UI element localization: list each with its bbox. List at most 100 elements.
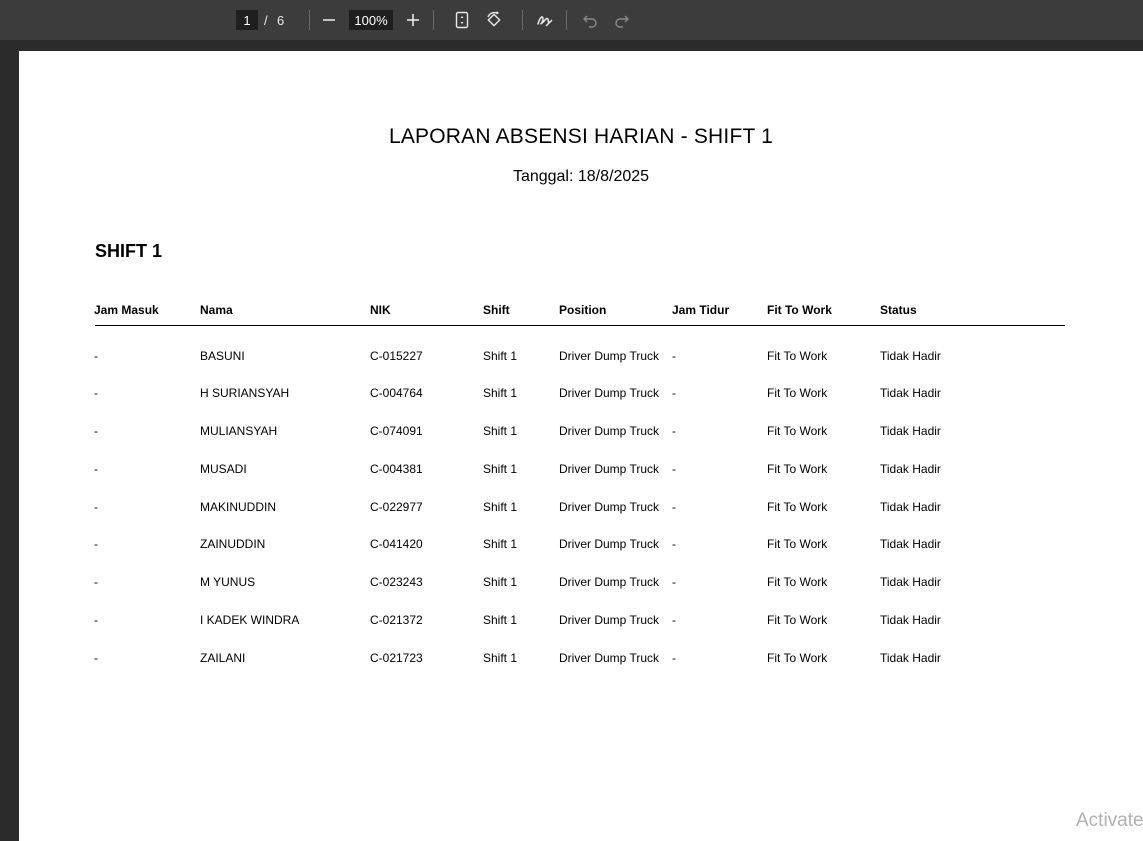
cell-status: Tidak Hadir bbox=[880, 537, 941, 551]
cell-jam-tidur: - bbox=[672, 349, 676, 363]
column-header-nik: NIK bbox=[370, 303, 391, 317]
cell-status: Tidak Hadir bbox=[880, 613, 941, 627]
annotate-button[interactable] bbox=[533, 8, 557, 32]
redo-button[interactable] bbox=[610, 8, 634, 32]
cell-nama: ZAILANI bbox=[200, 651, 246, 665]
zoom-out-icon bbox=[323, 19, 335, 21]
table-row: - M YUNUS C-023243 Shift 1 Driver Dump Truck… bbox=[19, 575, 1143, 595]
cell-shift: Shift 1 bbox=[483, 349, 518, 363]
cell-nama: MAKINUDDIN bbox=[200, 500, 277, 514]
cell-shift: Shift 1 bbox=[483, 575, 518, 589]
column-header-status: Status bbox=[880, 303, 917, 317]
cell-nama: H SURIANSYAH bbox=[200, 386, 290, 400]
cell-nik: C-074091 bbox=[370, 424, 423, 438]
column-header-jam-masuk: Jam Masuk bbox=[94, 303, 159, 317]
cell-nama: MULIANSYAH bbox=[200, 424, 278, 438]
cell-position: Driver Dump Truck bbox=[559, 575, 660, 589]
redo-icon bbox=[615, 15, 629, 28]
fit-page-button[interactable] bbox=[450, 8, 474, 32]
page-number-input[interactable] bbox=[236, 10, 258, 30]
table-row: - H SURIANSYAH C-004764 Shift 1 Driver Dump … bbox=[19, 386, 1143, 406]
zoom-in-icon bbox=[407, 14, 419, 26]
toolbar-divider bbox=[522, 10, 523, 30]
rotate-button[interactable] bbox=[482, 8, 506, 32]
undo-button[interactable] bbox=[578, 8, 602, 32]
page-separator: / bbox=[264, 12, 268, 28]
cell-position: Driver Dump Truck bbox=[559, 349, 660, 363]
cell-nik: C-021372 bbox=[370, 613, 423, 627]
cell-position: Driver Dump Truck bbox=[559, 462, 660, 476]
cell-fit-to-work: Fit To Work bbox=[767, 651, 828, 665]
cell-shift: Shift 1 bbox=[483, 613, 518, 627]
cell-jam-tidur: - bbox=[672, 613, 676, 627]
cell-status: Tidak Hadir bbox=[880, 424, 941, 438]
table-row: - MAKINUDDIN C-022977 Shift 1 Driver Dump Tr… bbox=[19, 500, 1143, 520]
cell-fit-to-work: Fit To Work bbox=[767, 424, 828, 438]
table-row: - MULIANSYAH C-074091 Shift 1 Driver Dump Tr… bbox=[19, 424, 1143, 444]
cell-position: Driver Dump Truck bbox=[559, 651, 660, 665]
cell-jam-tidur: - bbox=[672, 537, 676, 551]
cell-nik: C-004381 bbox=[370, 462, 423, 476]
cell-fit-to-work: Fit To Work bbox=[767, 500, 828, 514]
zoom-out-button[interactable] bbox=[317, 8, 341, 32]
table-row: - I KADEK WINDRA C-021372 Shift 1 Driver Dum… bbox=[19, 613, 1143, 633]
cell-status: Tidak Hadir bbox=[880, 386, 941, 400]
column-header-nama: Nama bbox=[200, 303, 233, 317]
table-row: - BASUNI C-015227 Shift 1 Driver Dump Truck -… bbox=[19, 349, 1143, 369]
cell-status: Tidak Hadir bbox=[880, 500, 941, 514]
cell-jam-masuk: - bbox=[94, 386, 98, 400]
cell-fit-to-work: Fit To Work bbox=[767, 537, 828, 551]
pdf-page: LAPORAN ABSENSI HARIAN - SHIFT 1 Tanggal… bbox=[19, 51, 1143, 841]
cell-position: Driver Dump Truck bbox=[559, 537, 660, 551]
zoom-in-button[interactable] bbox=[401, 8, 425, 32]
cell-shift: Shift 1 bbox=[483, 424, 518, 438]
activation-watermark: Activate bbox=[1076, 810, 1143, 831]
cell-fit-to-work: Fit To Work bbox=[767, 462, 828, 476]
cell-fit-to-work: Fit To Work bbox=[767, 575, 828, 589]
cell-shift: Shift 1 bbox=[483, 386, 518, 400]
cell-jam-masuk: - bbox=[94, 424, 98, 438]
cell-jam-tidur: - bbox=[672, 651, 676, 665]
table-row: - ZAILANI C-021723 Shift 1 Driver Dump Truck… bbox=[19, 651, 1143, 671]
cell-jam-tidur: - bbox=[672, 575, 676, 589]
cell-shift: Shift 1 bbox=[483, 651, 518, 665]
cell-nik: C-004764 bbox=[370, 386, 423, 400]
cell-nama: I KADEK WINDRA bbox=[200, 613, 300, 627]
header-divider bbox=[95, 325, 1065, 326]
toolbar-divider bbox=[566, 10, 567, 30]
cell-position: Driver Dump Truck bbox=[559, 424, 660, 438]
report-date: Tanggal: 18/8/2025 bbox=[512, 168, 650, 185]
cell-nik: C-022977 bbox=[370, 500, 423, 514]
cell-status: Tidak Hadir bbox=[880, 575, 941, 589]
cell-nama: MUSADI bbox=[200, 462, 247, 476]
pdf-toolbar: / 6 bbox=[0, 0, 1143, 40]
column-header-jam-tidur: Jam Tidur bbox=[672, 303, 730, 317]
cell-nama: ZAINUDDIN bbox=[200, 537, 266, 551]
column-header-position: Position bbox=[559, 303, 607, 317]
cell-fit-to-work: Fit To Work bbox=[767, 613, 828, 627]
cell-nik: C-015227 bbox=[370, 349, 423, 363]
cell-position: Driver Dump Truck bbox=[559, 613, 660, 627]
cell-jam-tidur: - bbox=[672, 500, 676, 514]
toolbar-divider bbox=[309, 10, 310, 30]
toolbar-divider bbox=[433, 10, 434, 30]
cell-shift: Shift 1 bbox=[483, 500, 518, 514]
zoom-input[interactable] bbox=[349, 10, 393, 30]
cell-jam-masuk: - bbox=[94, 349, 98, 363]
cell-nama: BASUNI bbox=[200, 349, 245, 363]
cell-shift: Shift 1 bbox=[483, 537, 518, 551]
cell-nama: M YUNUS bbox=[200, 575, 256, 589]
cell-jam-masuk: - bbox=[94, 500, 98, 514]
cell-position: Driver Dump Truck bbox=[559, 386, 660, 400]
cell-status: Tidak Hadir bbox=[880, 462, 941, 476]
rotate-icon bbox=[487, 11, 501, 27]
cell-jam-tidur: - bbox=[672, 386, 676, 400]
cell-jam-masuk: - bbox=[94, 613, 98, 627]
cell-status: Tidak Hadir bbox=[880, 349, 941, 363]
cell-status: Tidak Hadir bbox=[880, 651, 941, 665]
cell-jam-masuk: - bbox=[94, 651, 98, 665]
table-row: - ZAINUDDIN C-041420 Shift 1 Driver Dump Tru… bbox=[19, 537, 1143, 557]
cell-fit-to-work: Fit To Work bbox=[767, 386, 828, 400]
page-total: 6 bbox=[277, 12, 285, 28]
cell-nik: C-041420 bbox=[370, 537, 423, 551]
